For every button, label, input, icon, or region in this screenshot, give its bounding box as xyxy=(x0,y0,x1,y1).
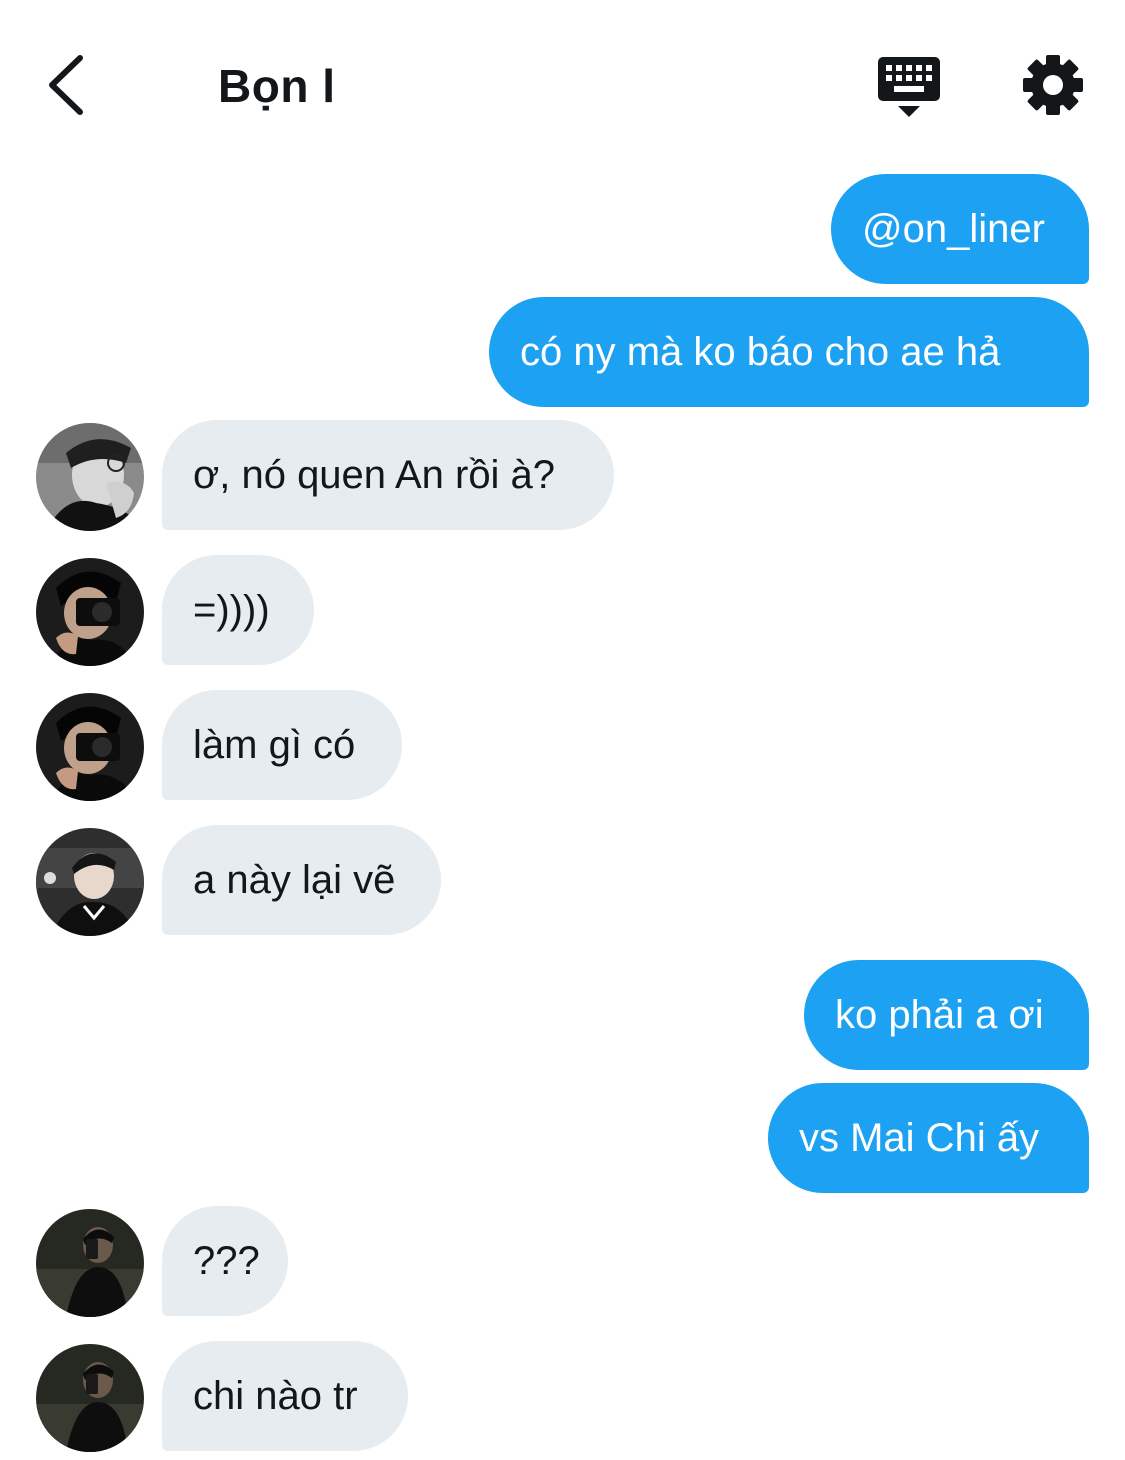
avatar-dark-selfie-image xyxy=(36,1209,144,1317)
avatar-esports-image xyxy=(36,828,144,936)
avatar[interactable] xyxy=(36,1344,144,1452)
message-bubble-outgoing[interactable]: vs Mai Chi ấy xyxy=(768,1083,1089,1193)
message-bubble-incoming[interactable]: =)))) xyxy=(162,555,314,665)
avatar-camera-image xyxy=(36,693,144,801)
avatar[interactable] xyxy=(36,423,144,531)
message-bubble-incoming[interactable]: chi nào tr xyxy=(162,1341,408,1451)
avatar-dark-selfie-image xyxy=(36,1344,144,1452)
message-list[interactable]: @on_liner có ny mà ko báo cho ae hả ơ, n… xyxy=(0,0,1125,1460)
avatar-camera-image xyxy=(36,558,144,666)
message-bubble-incoming[interactable]: làm gì có xyxy=(162,690,402,800)
avatar[interactable] xyxy=(36,828,144,936)
message-bubble-outgoing[interactable]: có ny mà ko báo cho ae hả xyxy=(489,297,1089,407)
message-bubble-outgoing[interactable]: @on_liner xyxy=(831,174,1089,284)
avatar[interactable] xyxy=(36,693,144,801)
avatar[interactable] xyxy=(36,558,144,666)
message-bubble-incoming[interactable]: ơ, nó quen An rồi à? xyxy=(162,420,614,530)
avatar[interactable] xyxy=(36,1209,144,1317)
message-bubble-incoming[interactable]: a này lại vẽ xyxy=(162,825,441,935)
message-bubble-outgoing[interactable]: ko phải a ơi xyxy=(804,960,1089,1070)
message-bubble-incoming[interactable]: ??? xyxy=(162,1206,288,1316)
avatar-glasses-image xyxy=(36,423,144,531)
